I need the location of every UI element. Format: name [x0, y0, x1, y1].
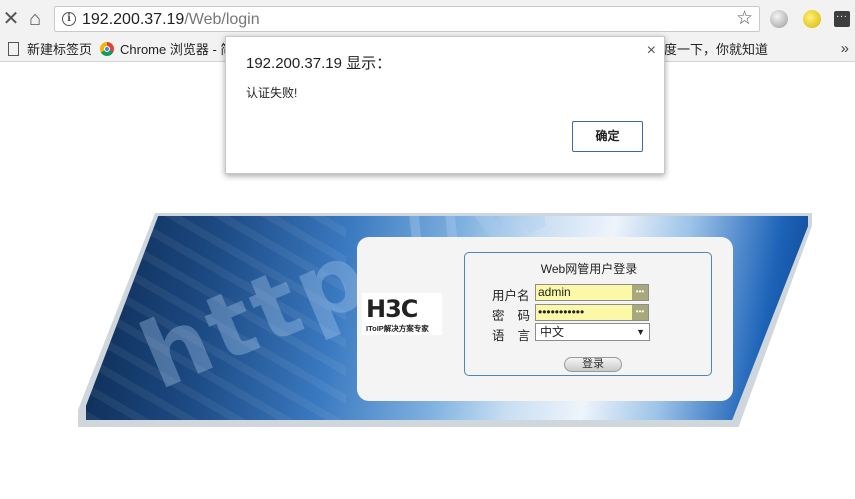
- alert-dialog: 192.200.37.19 显示： × 认证失败! 确定: [225, 36, 665, 174]
- password-manager-icon[interactable]: •••: [632, 285, 648, 300]
- login-card: H3C IToIP解决方案专家 Web网管用户登录 用户名 admin ••• …: [357, 237, 733, 401]
- dialog-title: 192.200.37.19 显示：: [246, 55, 392, 72]
- language-value: 中文: [540, 325, 565, 339]
- close-icon[interactable]: ×: [647, 42, 656, 60]
- logo-text: H3C: [366, 295, 418, 323]
- h3c-logo: H3C IToIP解决方案专家: [362, 293, 442, 335]
- ok-button[interactable]: 确定: [572, 121, 643, 152]
- password-label: 密 码: [492, 309, 532, 323]
- language-label: 语 言: [492, 329, 532, 343]
- logo-subtext: IToIP解决方案专家: [366, 324, 429, 333]
- username-label: 用户名: [492, 289, 530, 303]
- form-title: Web网管用户登录: [540, 262, 638, 276]
- dropdown-arrow-icon: ▼: [636, 327, 645, 337]
- login-form: Web网管用户登录 用户名 admin ••• 密 码 ••••••••••• …: [464, 252, 712, 376]
- password-manager-icon[interactable]: •••: [632, 305, 648, 320]
- username-input[interactable]: admin •••: [535, 284, 649, 301]
- language-select[interactable]: 中文 ▼: [535, 323, 650, 341]
- username-value: admin: [538, 285, 571, 299]
- password-input[interactable]: ••••••••••• •••: [535, 304, 649, 321]
- password-value: •••••••••••: [538, 305, 585, 319]
- login-button[interactable]: 登录: [564, 357, 622, 372]
- dialog-message: 认证失败!: [246, 86, 298, 100]
